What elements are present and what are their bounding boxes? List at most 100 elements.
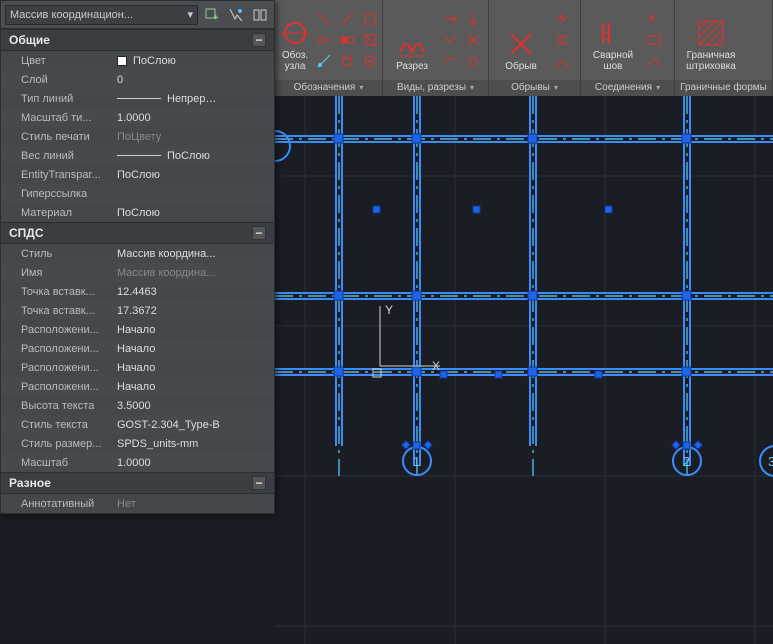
- property-label: Стиль размер...: [1, 434, 111, 453]
- ribbon-title-breaks[interactable]: Обрывы▾: [489, 80, 580, 96]
- break-tool-2[interactable]: [551, 30, 573, 50]
- property-value[interactable]: Непрер…: [111, 89, 274, 108]
- view-tool-3[interactable]: [439, 30, 461, 50]
- small-tool-6[interactable]: [359, 30, 381, 50]
- property-value[interactable]: Начало: [111, 358, 274, 377]
- ribbon-title-labels[interactable]: Обозначения▾: [275, 80, 382, 96]
- quick-select-icon[interactable]: [226, 5, 246, 25]
- break-button[interactable]: Обрыв: [493, 8, 549, 72]
- ribbon-title-hatch[interactable]: Граничные формы: [675, 80, 772, 96]
- collapse-icon[interactable]: −: [252, 476, 266, 490]
- property-row[interactable]: Стиль печатиПоЦвету: [1, 127, 274, 146]
- drawing-canvas[interactable]: X Y 1 2 3: [275, 96, 773, 644]
- property-value[interactable]: 1.0000: [111, 108, 274, 127]
- section-header[interactable]: Разное−: [1, 472, 274, 494]
- property-row[interactable]: МатериалПоСлою: [1, 203, 274, 222]
- ribbon-panel-views: Разрез Виды, разрезы▾: [383, 0, 489, 96]
- property-value[interactable]: ПоСлою: [111, 51, 274, 70]
- property-row[interactable]: EntityTranspar...ПоСлою: [1, 165, 274, 184]
- property-row[interactable]: Стиль размер...SPDS_units-mm: [1, 434, 274, 453]
- property-row[interactable]: Высота текста3.5000: [1, 396, 274, 415]
- property-value[interactable]: ПоЦвету: [111, 127, 274, 146]
- property-row[interactable]: Гиперссылка: [1, 184, 274, 203]
- property-row[interactable]: Масштаб ти...1.0000: [1, 108, 274, 127]
- property-row[interactable]: Расположени...Начало: [1, 377, 274, 396]
- property-value[interactable]: Массив координа...: [111, 244, 274, 263]
- property-row[interactable]: ИмяМассив координа...: [1, 263, 274, 282]
- small-tool-2[interactable]: [336, 9, 358, 29]
- property-label: Тип линий: [1, 89, 111, 108]
- small-tool-8[interactable]: [336, 51, 358, 71]
- property-value[interactable]: ПоСлою: [111, 203, 274, 222]
- property-row[interactable]: СтильМассив координа...: [1, 244, 274, 263]
- small-tool-7[interactable]: [313, 51, 335, 71]
- ribbon-title-welds[interactable]: Соединения▾: [581, 80, 674, 96]
- property-value[interactable]: 17.3672: [111, 301, 274, 320]
- axis-x-label: X: [432, 359, 440, 373]
- property-label: Материал: [1, 203, 111, 222]
- collapse-icon[interactable]: −: [252, 33, 266, 47]
- toggle-pim-icon[interactable]: [250, 5, 270, 25]
- section-header[interactable]: СПДС−: [1, 222, 274, 244]
- property-value[interactable]: Начало: [111, 339, 274, 358]
- property-value[interactable]: 1.0000: [111, 453, 274, 472]
- weld-button[interactable]: Сварной шов: [585, 8, 641, 72]
- property-value[interactable]: 3.5000: [111, 396, 274, 415]
- break-tool-3[interactable]: [551, 52, 573, 72]
- property-row[interactable]: Тип линийНепрер…: [1, 89, 274, 108]
- property-row[interactable]: Расположени...Начало: [1, 358, 274, 377]
- property-value[interactable]: SPDS_units-mm: [111, 434, 274, 453]
- hatch-button[interactable]: Граничная штриховка: [679, 8, 743, 72]
- property-value[interactable]: 0: [111, 70, 274, 89]
- view-tool-2[interactable]: [462, 9, 484, 29]
- property-label: Точка вставк...: [1, 282, 111, 301]
- view-tool-4[interactable]: [462, 30, 484, 50]
- property-label: Стиль печати: [1, 127, 111, 146]
- property-row[interactable]: АннотативныйНет: [1, 494, 274, 513]
- object-selector[interactable]: Массив координацион...▾: [5, 5, 198, 25]
- small-tool-1[interactable]: [313, 9, 335, 29]
- property-value[interactable]: Начало: [111, 377, 274, 396]
- view-tool-5[interactable]: [439, 51, 461, 71]
- properties-header: Массив координацион...▾ +: [1, 1, 274, 29]
- property-row[interactable]: Вес линийПоСлою: [1, 146, 274, 165]
- property-value[interactable]: Массив координа...: [111, 263, 274, 282]
- weld-tool-1[interactable]: K: [643, 8, 665, 28]
- small-tool-3[interactable]: [359, 9, 381, 29]
- property-row[interactable]: Точка вставк...17.3672: [1, 301, 274, 320]
- view-tool-1[interactable]: [439, 9, 461, 29]
- property-row[interactable]: Масштаб1.0000: [1, 453, 274, 472]
- weld-tool-3[interactable]: [643, 52, 665, 72]
- property-value[interactable]: 12.4463: [111, 282, 274, 301]
- collapse-icon[interactable]: −: [252, 226, 266, 240]
- property-row[interactable]: Стиль текстаGOST-2.304_Type-B: [1, 415, 274, 434]
- ribbon-title-views[interactable]: Виды, разрезы▾: [383, 80, 488, 96]
- property-value[interactable]: Нет: [111, 494, 274, 513]
- small-tool-9[interactable]: [359, 51, 381, 71]
- property-row[interactable]: Расположени...Начало: [1, 339, 274, 358]
- property-label: Точка вставк...: [1, 301, 111, 320]
- property-row[interactable]: Точка вставк...12.4463: [1, 282, 274, 301]
- break-tool-1[interactable]: [551, 8, 573, 28]
- ribbon-panel-welds: Сварной шов K Соединения▾: [581, 0, 675, 96]
- pick-add-icon[interactable]: +: [202, 5, 222, 25]
- property-label: Стиль: [1, 244, 111, 263]
- view-tool-6[interactable]: [462, 51, 484, 71]
- property-value[interactable]: GOST-2.304_Type-B: [111, 415, 274, 434]
- small-tool-4[interactable]: [313, 30, 335, 50]
- property-value[interactable]: ПоСлою: [111, 165, 274, 184]
- node-label-button[interactable]: Обоз. узла: [279, 8, 311, 72]
- property-row[interactable]: ЦветПоСлою: [1, 51, 274, 70]
- property-value[interactable]: [111, 184, 274, 203]
- weld-tool-2[interactable]: [643, 30, 665, 50]
- property-row[interactable]: Расположени...Начало: [1, 320, 274, 339]
- property-label: Вес линий: [1, 146, 111, 165]
- property-label: Стиль текста: [1, 415, 111, 434]
- ribbon-panel-breaks: Обрыв Обрывы▾: [489, 0, 581, 96]
- property-value[interactable]: Начало: [111, 320, 274, 339]
- section-button[interactable]: Разрез: [387, 8, 437, 72]
- small-tool-5[interactable]: [336, 30, 358, 50]
- section-header[interactable]: Общие−: [1, 29, 274, 51]
- property-row[interactable]: Слой0: [1, 70, 274, 89]
- property-value[interactable]: ПоСлою: [111, 146, 274, 165]
